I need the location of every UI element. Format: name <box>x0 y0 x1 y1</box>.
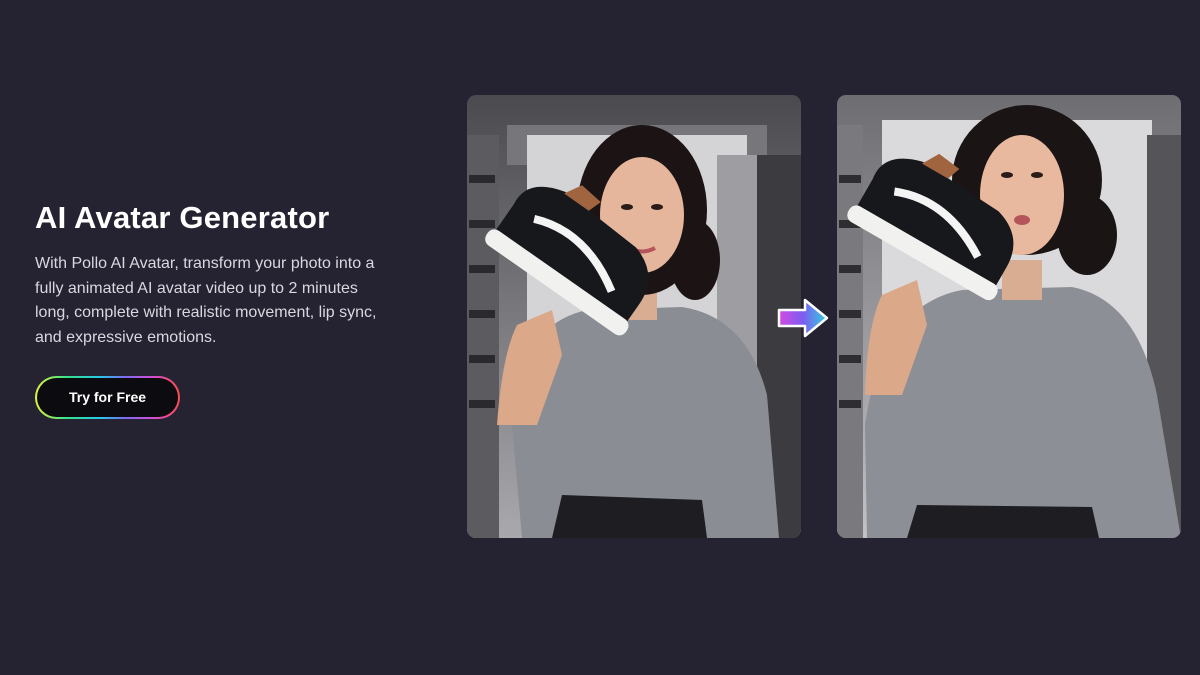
after-photo-illustration <box>837 95 1181 538</box>
hero-description: With Pollo AI Avatar, transform your pho… <box>35 255 377 346</box>
hero-title: AI Avatar Generator <box>35 200 330 235</box>
before-photo <box>467 95 801 538</box>
right-arrow-icon <box>777 298 829 338</box>
hero-section: AI Avatar Generator With Pollo AI Avatar… <box>35 198 380 419</box>
try-for-free-button[interactable]: Try for Free <box>37 378 178 417</box>
after-photo <box>837 95 1181 538</box>
before-photo-illustration <box>467 95 801 538</box>
cta-gradient-border[interactable]: Try for Free <box>35 376 180 419</box>
